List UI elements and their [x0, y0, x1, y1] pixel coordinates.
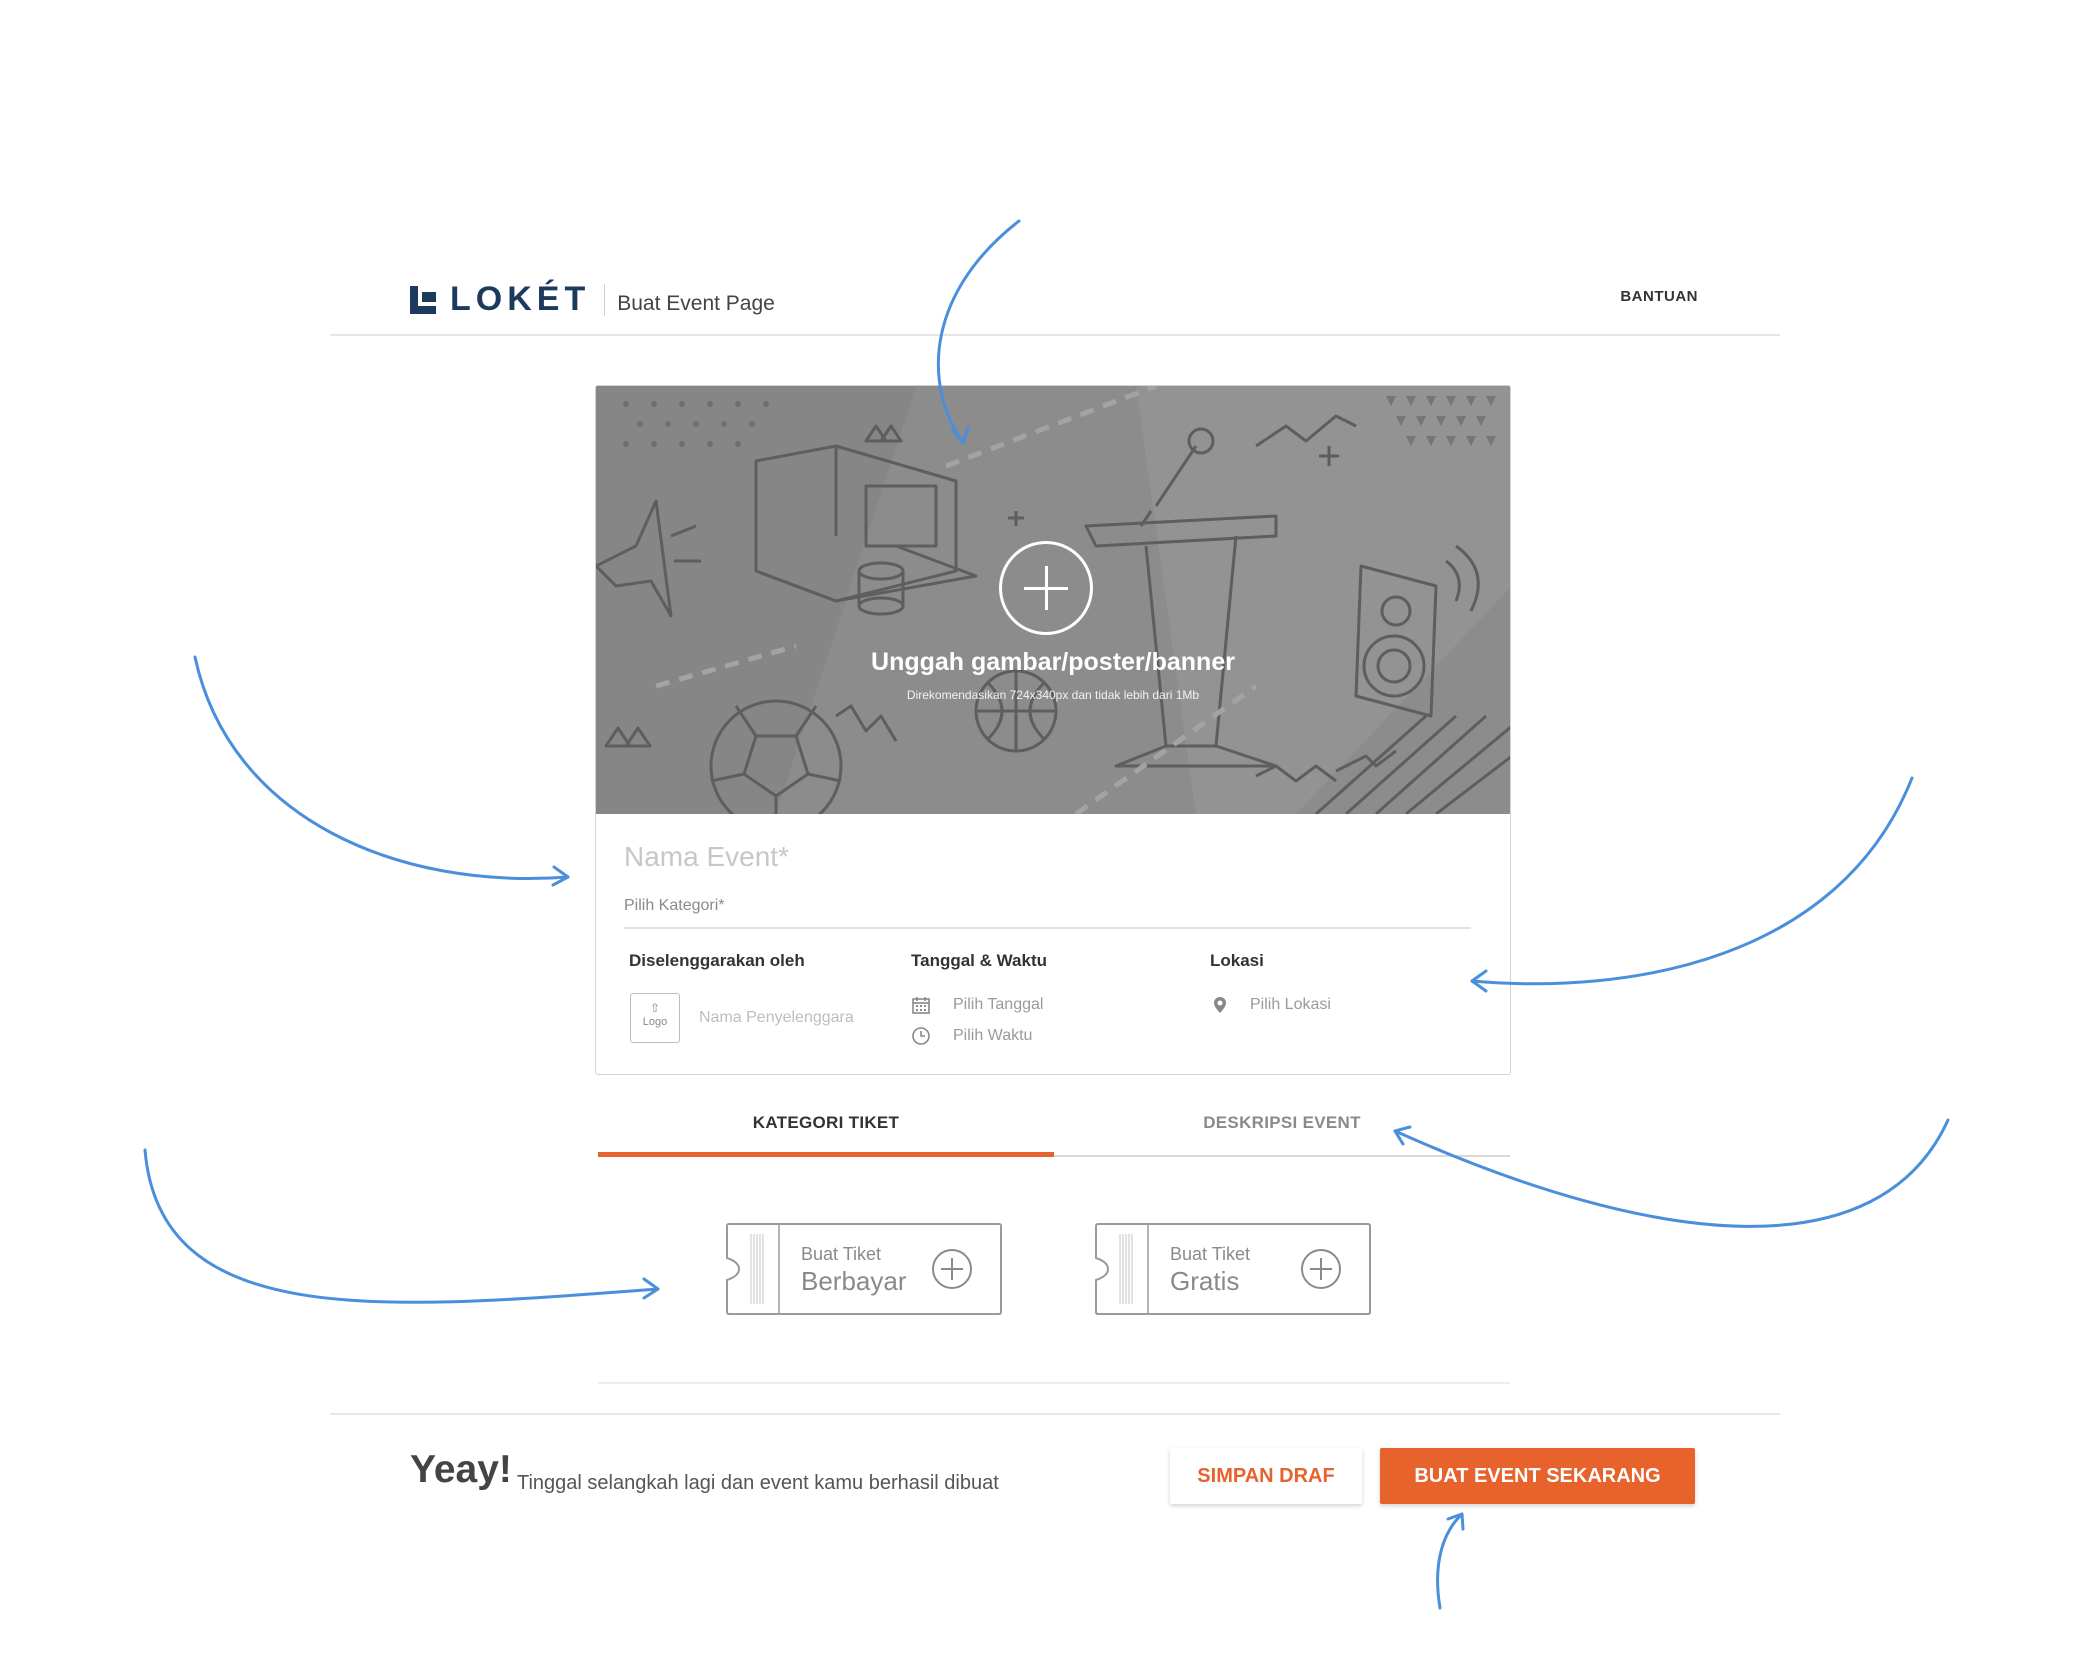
footer-message: Tinggal selangkah lagi dan event kamu be…	[517, 1472, 999, 1494]
arrow-event-name	[193, 655, 570, 881]
map-pin-icon	[1214, 997, 1226, 1013]
tab-event-description[interactable]: DESKRIPSI EVENT	[1054, 1095, 1510, 1157]
tab-bar: KATEGORI TIKET DESKRIPSI EVENT	[598, 1095, 1510, 1157]
footer-headline: Yeay!	[410, 1448, 512, 1491]
time-picker[interactable]: Pilih Waktu	[953, 1027, 1032, 1045]
save-draft-button[interactable]: SIMPAN DRAF	[1170, 1448, 1362, 1504]
calendar-icon	[912, 997, 930, 1014]
event-name-input[interactable]: Nama Event*	[624, 841, 789, 873]
create-free-ticket-button[interactable]: Buat Tiket Gratis	[1094, 1222, 1372, 1316]
brand-logo[interactable]: LOKÉT Buat Event Page	[410, 280, 775, 319]
page-title: Buat Event Page	[617, 291, 775, 315]
logo-upload-label: Logo	[642, 1016, 668, 1028]
create-event-button[interactable]: BUAT EVENT SEKARANG	[1380, 1448, 1695, 1504]
loket-logo-icon	[410, 285, 436, 314]
ticket-type-label: Gratis	[1170, 1266, 1240, 1296]
datetime-title: Tanggal & Waktu	[911, 951, 1047, 970]
footer-divider	[330, 1413, 1780, 1415]
ticket-type-label: Berbayar	[801, 1266, 907, 1296]
location-picker[interactable]: Pilih Lokasi	[1250, 996, 1331, 1014]
arrow-location	[1470, 776, 1914, 986]
ticket-small-label: Buat Tiket	[1170, 1244, 1251, 1264]
top-header: LOKÉT Buat Event Page BANTUAN	[330, 250, 1780, 336]
organizer-name-input[interactable]: Nama Penyelenggara	[699, 1009, 854, 1027]
header-separator	[604, 283, 606, 316]
date-picker[interactable]: Pilih Tanggal	[953, 996, 1043, 1014]
upload-arrow-icon: ⇧	[649, 1001, 661, 1015]
category-select[interactable]: Pilih Kategori*	[624, 897, 1471, 929]
brand-name: LOKÉT	[450, 280, 591, 318]
arrow-paid-ticket	[143, 1148, 660, 1304]
organizer-logo-upload[interactable]: ⇧ Logo	[630, 993, 680, 1043]
tab-ticket-category[interactable]: KATEGORI TIKET	[598, 1095, 1054, 1157]
arrow-create	[1436, 1512, 1464, 1610]
section-divider	[598, 1382, 1510, 1384]
ticket-small-label: Buat Tiket	[801, 1244, 882, 1264]
event-card: Unggah gambar/poster/banner Direkomendas…	[595, 385, 1511, 1075]
location-title: Lokasi	[1210, 951, 1264, 970]
create-paid-ticket-button[interactable]: Buat Tiket Berbayar	[725, 1222, 1003, 1316]
upload-plus-icon[interactable]	[999, 541, 1093, 635]
clock-icon	[912, 1027, 930, 1045]
help-link[interactable]: BANTUAN	[1620, 288, 1698, 305]
upload-hint: Direkomendasikan 724x340px dan tidak leb…	[906, 688, 1200, 702]
banner-upload-area[interactable]: Unggah gambar/poster/banner Direkomendas…	[596, 386, 1510, 814]
organizer-title: Diselenggarakan oleh	[629, 951, 805, 970]
upload-title: Unggah gambar/poster/banner	[871, 648, 1235, 676]
